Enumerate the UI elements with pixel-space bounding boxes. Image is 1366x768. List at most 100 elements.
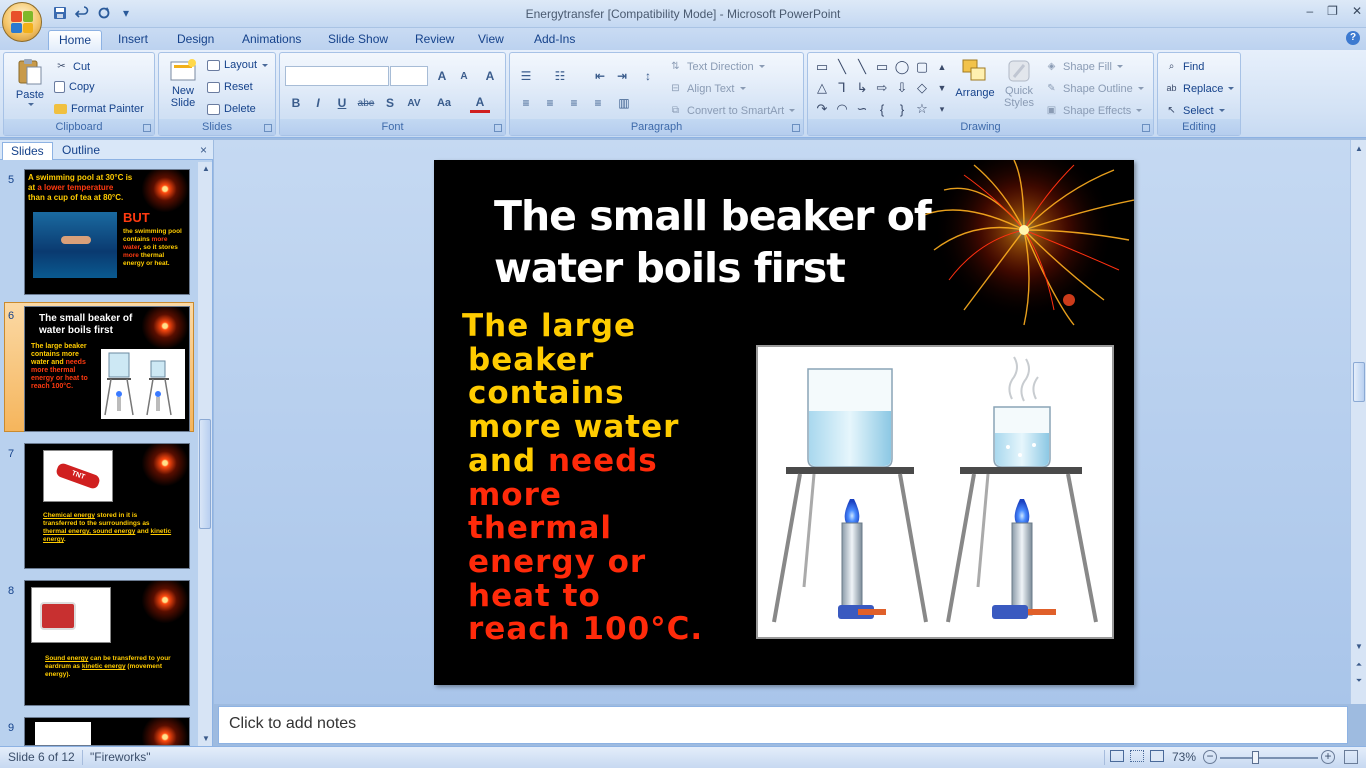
cut-button[interactable]: ✂ Cut (54, 59, 90, 74)
font-size-combo[interactable] (390, 66, 428, 86)
tab-home[interactable]: Home (48, 30, 103, 50)
office-button[interactable] (2, 2, 42, 42)
text-direction-button[interactable]: ⇅ Text Direction (668, 59, 765, 74)
bold-button[interactable]: B (286, 93, 306, 113)
beakers-on-burners-image[interactable] (756, 345, 1114, 639)
char-spacing-button[interactable]: AV (404, 93, 424, 113)
slide-thumbnail-9[interactable] (24, 717, 190, 746)
curve-shape-icon[interactable]: ↷ (814, 101, 830, 117)
pane-scroll-up-icon[interactable]: ▲ (199, 162, 213, 176)
oval-shape-icon[interactable]: ◯ (894, 59, 910, 75)
close-button[interactable]: ✕ (1352, 4, 1362, 18)
fit-to-window-icon[interactable] (1344, 750, 1358, 764)
editor-scrollbar[interactable]: ▲ ▼ ⏶ ⏷ (1350, 140, 1366, 704)
help-icon[interactable]: ? (1346, 31, 1360, 45)
align-right-icon[interactable]: ≡ (564, 93, 584, 113)
grow-font-button[interactable]: A (432, 66, 452, 86)
shape-effects-button[interactable]: ▣ Shape Effects (1044, 103, 1143, 118)
elbow-arrow-shape-icon[interactable]: ↳ (854, 80, 870, 96)
scroll-down-icon[interactable]: ▼ (1352, 640, 1366, 654)
slide-body-text[interactable]: The large beaker contains more water and… (462, 309, 762, 647)
tab-outline[interactable]: Outline (54, 142, 108, 160)
reset-button[interactable]: Reset (207, 81, 253, 93)
pane-scroll-down-icon[interactable]: ▼ (199, 732, 213, 746)
convert-smartart-button[interactable]: ⧉ Convert to SmartArt (668, 103, 796, 118)
delete-slide-button[interactable]: Delete (207, 103, 256, 115)
scroll-up-icon[interactable]: ▲ (1352, 142, 1366, 156)
slide-title[interactable]: The small beaker of water boils first (494, 190, 994, 294)
tab-slide-show[interactable]: Slide Show (318, 30, 398, 50)
font-color-button[interactable]: A (470, 93, 490, 113)
align-center-icon[interactable]: ≡ (540, 93, 560, 113)
zoom-out-button[interactable]: − (1203, 750, 1217, 764)
numbering-icon[interactable]: ☷ (550, 66, 570, 86)
tab-slides[interactable]: Slides (2, 142, 53, 160)
scroll-thumb[interactable] (1353, 362, 1365, 402)
tab-animations[interactable]: Animations (232, 30, 311, 50)
shadow-button[interactable]: S (380, 93, 400, 113)
zoom-in-button[interactable]: + (1321, 750, 1335, 764)
slide-thumbnail-5[interactable]: A swimming pool at 30°C is at a lower te… (24, 169, 190, 295)
arrange-button[interactable]: Arrange (954, 57, 996, 99)
zoom-level[interactable]: 73% (1172, 750, 1196, 764)
format-painter-button[interactable]: Format Painter (54, 103, 144, 115)
down-arrow-shape-icon[interactable]: ⇩ (894, 80, 910, 96)
slide-thumbnail-8[interactable]: Sound energy can be transferred to your … (24, 580, 190, 706)
elbow-shape-icon[interactable]: ⅂ (834, 80, 850, 96)
justify-icon[interactable]: ≡ (588, 93, 608, 113)
paragraph-launcher[interactable] (792, 124, 800, 132)
increase-indent-icon[interactable]: ⇥ (612, 66, 632, 86)
tab-review[interactable]: Review (405, 30, 464, 50)
shape-outline-button[interactable]: ✎ Shape Outline (1044, 81, 1144, 96)
next-slide-icon[interactable]: ⏷ (1352, 674, 1366, 688)
zoom-slider[interactable] (1220, 757, 1318, 759)
slide-thumbnail-6[interactable]: The small beaker of water boils first Th… (24, 306, 190, 432)
rounded-rect-shape-icon[interactable]: ▢ (914, 59, 930, 75)
find-button[interactable]: ⌕ Find (1164, 59, 1205, 74)
font-launcher[interactable] (494, 124, 502, 132)
tab-design[interactable]: Design (167, 30, 224, 50)
shrink-font-button[interactable]: A (454, 66, 474, 86)
arc-shape-icon[interactable]: ◠ (834, 101, 850, 117)
star-shape-icon[interactable]: ☆ (914, 101, 930, 117)
tab-view[interactable]: View (468, 30, 514, 50)
pane-scroll-thumb[interactable] (199, 419, 211, 529)
shapes-scroll-up-icon[interactable]: ▲ (934, 59, 950, 75)
textbox-shape-icon[interactable]: ▭ (814, 59, 830, 75)
flowchart-shape-icon[interactable]: ◇ (914, 80, 930, 96)
restore-button[interactable]: ❐ (1327, 4, 1338, 18)
right-arrow-shape-icon[interactable]: ⇨ (874, 80, 890, 96)
line-shape-icon[interactable]: ╲ (834, 59, 850, 75)
slide-sorter-icon[interactable] (1130, 750, 1144, 762)
replace-button[interactable]: ab Replace (1164, 81, 1235, 96)
pane-scrollbar[interactable]: ▲ ▼ (198, 162, 212, 746)
notes-pane[interactable]: Click to add notes (218, 706, 1348, 744)
clipboard-launcher[interactable] (143, 124, 151, 132)
strikethrough-button[interactable]: abe (356, 93, 376, 113)
triangle-shape-icon[interactable]: △ (814, 80, 830, 96)
previous-slide-icon[interactable]: ⏶ (1352, 658, 1366, 672)
copy-button[interactable]: Copy (54, 81, 95, 93)
underline-button[interactable]: U (332, 93, 352, 113)
shape-fill-button[interactable]: ◈ Shape Fill (1044, 59, 1123, 74)
font-name-combo[interactable] (285, 66, 389, 86)
drawing-launcher[interactable] (1142, 124, 1150, 132)
paste-button[interactable]: Paste (10, 57, 50, 106)
bullets-icon[interactable]: ☰ (516, 66, 536, 86)
change-case-button[interactable]: Aa (434, 93, 454, 113)
shapes-more-icon[interactable]: ▾ (934, 101, 950, 117)
line-spacing-icon[interactable]: ↕ (638, 66, 658, 86)
line2-shape-icon[interactable]: ╲ (854, 59, 870, 75)
rectangle-shape-icon[interactable]: ▭ (874, 59, 890, 75)
new-slide-button[interactable]: New Slide (163, 57, 203, 109)
slide-show-view-icon[interactable] (1150, 750, 1164, 762)
brace-right-shape-icon[interactable]: } (894, 101, 910, 117)
normal-view-icon[interactable] (1110, 750, 1124, 762)
align-text-button[interactable]: ⊟ Align Text (668, 81, 746, 96)
select-button[interactable]: ↖ Select (1164, 103, 1225, 118)
brace-left-shape-icon[interactable]: { (874, 101, 890, 117)
current-slide[interactable]: The small beaker of water boils first Th… (434, 160, 1134, 685)
columns-icon[interactable]: ▥ (614, 93, 634, 113)
quick-styles-button[interactable]: Quick Styles (1000, 57, 1038, 109)
tab-insert[interactable]: Insert (108, 30, 158, 50)
